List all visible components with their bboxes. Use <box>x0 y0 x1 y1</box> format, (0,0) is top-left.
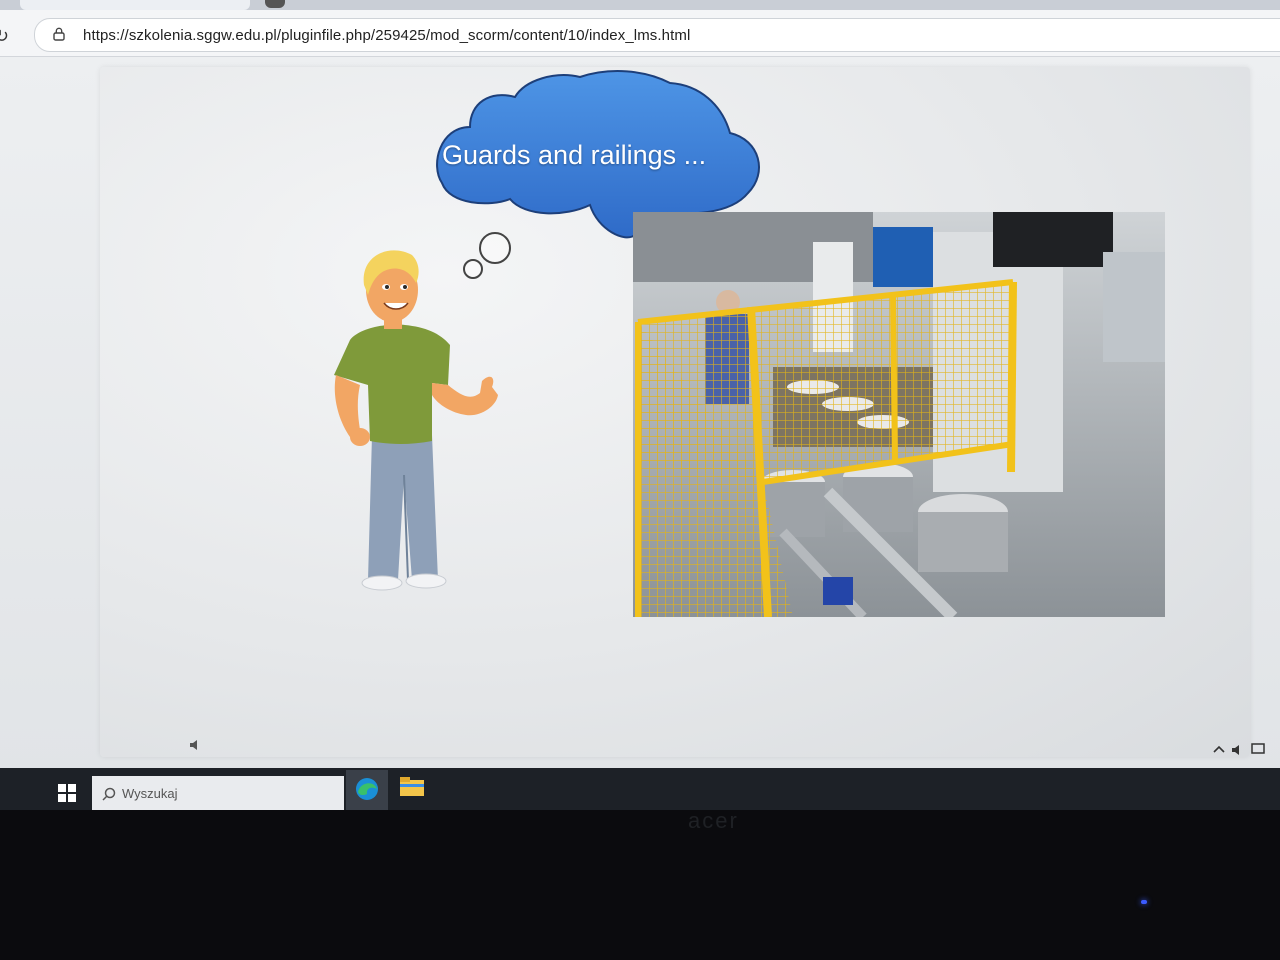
factory-railing-photo <box>633 212 1165 617</box>
monitor-brand-logo: acer <box>688 808 739 833</box>
monitor-screen: ↻ https://szkolenia.sggw.edu.pl/pluginfi… <box>0 0 1280 810</box>
network-icon <box>1251 743 1265 754</box>
browser-address-bar: ↻ https://szkolenia.sggw.edu.pl/pluginfi… <box>0 10 1280 57</box>
power-led <box>1141 900 1147 904</box>
url-text[interactable]: https://szkolenia.sggw.edu.pl/pluginfile… <box>83 27 690 44</box>
windows-start-icon[interactable] <box>58 784 76 802</box>
browser-tab-active[interactable] <box>20 0 250 10</box>
browser-tab[interactable] <box>265 0 285 8</box>
speaker-icon[interactable] <box>188 738 202 752</box>
windows-taskbar: Wyszukaj <box>0 768 1280 810</box>
browser-tab-strip <box>0 0 1280 10</box>
file-explorer-icon[interactable] <box>398 772 426 802</box>
volume-icon <box>1232 745 1239 755</box>
system-tray <box>1213 743 1265 755</box>
url-field[interactable]: https://szkolenia.sggw.edu.pl/pluginfile… <box>34 18 1280 52</box>
chevron-up-icon <box>1213 745 1225 753</box>
taskbar-edge-button[interactable] <box>346 770 388 810</box>
thought-text: Guards and railings ... <box>442 140 707 170</box>
cartoon-instructor <box>334 250 498 591</box>
railing-photo-illustration <box>633 212 1165 617</box>
taskbar-search-box[interactable]: Wyszukaj <box>92 776 344 810</box>
search-placeholder: Wyszukaj <box>122 786 178 801</box>
edge-browser-icon <box>356 778 378 800</box>
reload-icon[interactable]: ↻ <box>0 27 9 45</box>
search-icon <box>102 787 116 801</box>
lock-icon[interactable] <box>53 27 65 41</box>
